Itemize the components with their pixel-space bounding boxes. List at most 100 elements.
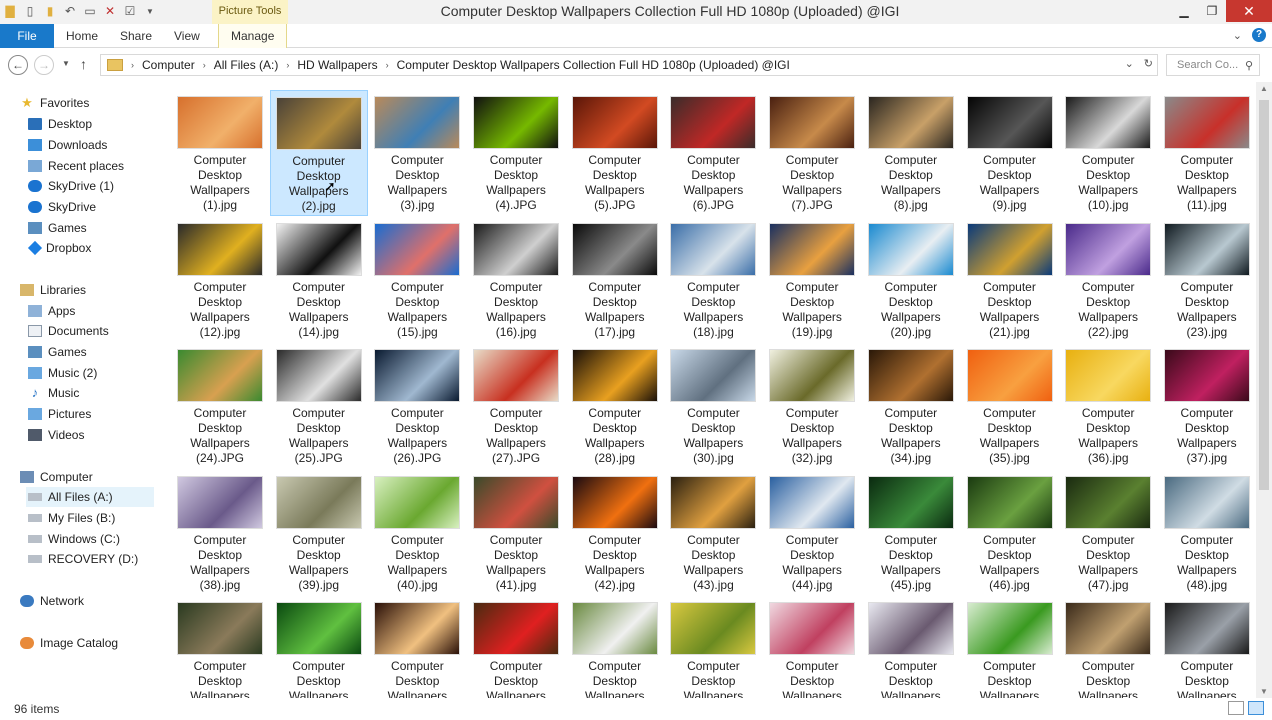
sidebar-item-games[interactable]: Games (28, 218, 87, 238)
undo-icon[interactable]: ↶ (62, 3, 78, 19)
file-item[interactable]: Computer Desktop Wallpapers (48).jpg (1158, 470, 1256, 596)
file-item[interactable]: Computer Desktop Wallpapers (21).jpg (961, 217, 1059, 343)
sidebar-item-image-catalog[interactable]: Image Catalog (20, 633, 118, 653)
sidebar-item-skydrive[interactable]: SkyDrive (28, 197, 96, 217)
file-item[interactable]: Computer Desktop Wallpapers (45).jpg (862, 470, 960, 596)
file-item[interactable]: Computer Desktop Wallpapers (664, 596, 762, 698)
sidebar-item-apps[interactable]: Apps (28, 301, 75, 321)
file-item[interactable]: Computer Desktop Wallpapers (46).jpg (961, 470, 1059, 596)
scrollbar-thumb[interactable] (1259, 100, 1269, 490)
file-item[interactable]: Computer Desktop Wallpapers (14).jpg (270, 217, 368, 343)
file-item[interactable]: Computer Desktop Wallpapers (32).jpg (763, 343, 861, 469)
file-item[interactable]: Computer Desktop Wallpapers (368, 596, 466, 698)
file-item[interactable]: Computer Desktop Wallpapers (8).jpg (862, 90, 960, 216)
sidebar-item-games-library[interactable]: Games (28, 342, 87, 362)
new-document-icon[interactable]: ▯ (22, 3, 38, 19)
computer-header[interactable]: Computer (20, 467, 93, 487)
breadcrumb-computer[interactable]: Computer (142, 58, 195, 72)
file-item[interactable]: Computer Desktop Wallpapers (7).JPG (763, 90, 861, 216)
search-icon[interactable]: ⚲ (1245, 59, 1253, 72)
recent-locations-icon[interactable]: ▼ (62, 59, 70, 68)
file-item[interactable]: Computer Desktop Wallpapers (12).jpg (171, 217, 269, 343)
expand-ribbon-icon[interactable]: ⌄ (1233, 29, 1242, 42)
chevron-right-icon[interactable]: › (203, 60, 206, 70)
refresh-icon[interactable]: ↻ (1144, 57, 1153, 70)
properties-icon[interactable]: ▮ (42, 3, 58, 19)
file-item[interactable]: Computer Desktop Wallpapers (42).jpg (566, 470, 664, 596)
file-item[interactable]: Computer Desktop Wallpapers (41).jpg (467, 470, 565, 596)
tab-share[interactable]: Share (120, 24, 152, 48)
customize-toolbar-icon[interactable]: ▼ (142, 3, 158, 19)
tab-view[interactable]: View (174, 24, 200, 48)
file-item[interactable]: Computer Desktop Wallpapers (35).jpg (961, 343, 1059, 469)
search-box[interactable]: Search Co... ⚲ (1166, 54, 1260, 76)
sidebar-item-desktop[interactable]: Desktop (28, 114, 92, 134)
file-item[interactable]: Computer Desktop Wallpapers (862, 596, 960, 698)
file-item[interactable]: Computer Desktop Wallpapers (961, 596, 1059, 698)
scroll-up-icon[interactable]: ▲ (1260, 84, 1268, 93)
close-icon[interactable]: ✕ (1226, 0, 1272, 22)
file-item[interactable]: Computer Desktop Wallpapers (38).jpg (171, 470, 269, 596)
sidebar-item-all-files[interactable]: All Files (A:) (26, 487, 154, 507)
breadcrumb-current-folder[interactable]: Computer Desktop Wallpapers Collection F… (397, 58, 790, 72)
sidebar-item-videos[interactable]: Videos (28, 425, 84, 445)
file-item[interactable]: Computer Desktop Wallpapers (40).jpg (368, 470, 466, 596)
file-item[interactable]: Computer Desktop Wallpapers (24).JPG (171, 343, 269, 469)
tab-file[interactable]: File (0, 24, 54, 48)
vertical-scrollbar[interactable]: ▲ ▼ (1256, 82, 1272, 698)
file-item[interactable]: Computer Desktop Wallpapers (17).jpg (566, 217, 664, 343)
explorer-icon[interactable]: ▇ (2, 3, 18, 19)
breadcrumb-hd-wallpapers[interactable]: HD Wallpapers (297, 58, 377, 72)
file-item[interactable]: Computer Desktop Wallpapers (39).jpg (270, 470, 368, 596)
sidebar-item-music-2[interactable]: Music (2) (28, 363, 97, 383)
file-item[interactable]: Computer Desktop Wallpapers (1).jpg (171, 90, 269, 216)
file-item[interactable]: Computer Desktop Wallpapers (2).jpg (269, 90, 368, 216)
tab-manage[interactable]: Manage (218, 24, 288, 48)
large-icons-view-icon[interactable] (1248, 701, 1264, 715)
file-item[interactable]: Computer Desktop Wallpapers (5).JPG (566, 90, 664, 216)
file-item[interactable]: Computer Desktop Wallpapers (6).JPG (664, 90, 762, 216)
file-item[interactable]: Computer Desktop Wallpapers (11).jpg (1158, 90, 1256, 216)
forward-button[interactable]: → (34, 55, 54, 75)
file-item[interactable]: Computer Desktop Wallpapers (1059, 596, 1157, 698)
search-input[interactable]: Search Co... (1177, 59, 1238, 71)
file-item[interactable]: Computer Desktop Wallpapers (27).JPG (467, 343, 565, 469)
file-item[interactable]: Computer Desktop Wallpapers (22).jpg (1059, 217, 1157, 343)
file-item[interactable]: Computer Desktop Wallpapers (171, 596, 269, 698)
help-icon[interactable]: ? (1252, 28, 1266, 42)
favorites-header[interactable]: ★ Favorites (20, 93, 89, 113)
sidebar-item-pictures[interactable]: Pictures (28, 404, 91, 424)
delete-icon[interactable]: ✕ (102, 3, 118, 19)
file-item[interactable]: Computer Desktop Wallpapers (36).jpg (1059, 343, 1157, 469)
rename-icon[interactable]: ▭ (82, 3, 98, 19)
file-item[interactable]: Computer Desktop Wallpapers (28).jpg (566, 343, 664, 469)
sidebar-item-network[interactable]: Network (20, 591, 84, 611)
file-item[interactable]: Computer Desktop Wallpapers (19).jpg (763, 217, 861, 343)
sidebar-item-recovery-d[interactable]: RECOVERY (D:) (28, 549, 138, 569)
tab-home[interactable]: Home (66, 24, 98, 48)
sidebar-item-windows-c[interactable]: Windows (C:) (28, 529, 120, 549)
file-item[interactable]: Computer Desktop Wallpapers (18).jpg (664, 217, 762, 343)
check-icon[interactable]: ☑ (122, 3, 138, 19)
sidebar-item-downloads[interactable]: Downloads (28, 135, 107, 155)
file-item[interactable]: Computer Desktop Wallpapers (44).jpg (763, 470, 861, 596)
restore-icon[interactable]: ❐ (1198, 0, 1226, 22)
up-button[interactable]: ↑ (80, 56, 87, 72)
file-item[interactable]: Computer Desktop Wallpapers (23).jpg (1158, 217, 1256, 343)
file-item[interactable]: Computer Desktop Wallpapers (16).jpg (467, 217, 565, 343)
file-item[interactable]: Computer Desktop Wallpapers (20).jpg (862, 217, 960, 343)
sidebar-item-skydrive-1[interactable]: SkyDrive (1) (28, 176, 114, 196)
sidebar-item-dropbox[interactable]: Dropbox (27, 238, 91, 258)
file-item[interactable]: Computer Desktop Wallpapers (43).jpg (664, 470, 762, 596)
minimize-icon[interactable]: ▁ (1170, 0, 1198, 22)
file-item[interactable]: Computer Desktop Wallpapers (566, 596, 664, 698)
file-item[interactable]: Computer Desktop Wallpapers (25).JPG (270, 343, 368, 469)
file-item[interactable]: Computer Desktop Wallpapers (3).jpg (368, 90, 466, 216)
breadcrumb-all-files[interactable]: All Files (A:) (214, 58, 279, 72)
sidebar-item-recent-places[interactable]: Recent places (28, 156, 124, 176)
file-item[interactable]: Computer Desktop Wallpapers (47).jpg (1059, 470, 1157, 596)
address-dropdown-icon[interactable]: ⌄ (1125, 57, 1134, 70)
libraries-header[interactable]: Libraries (20, 280, 86, 300)
address-bar[interactable]: › Computer › All Files (A:) › HD Wallpap… (100, 54, 1158, 76)
sidebar-item-documents[interactable]: Documents (28, 321, 109, 341)
